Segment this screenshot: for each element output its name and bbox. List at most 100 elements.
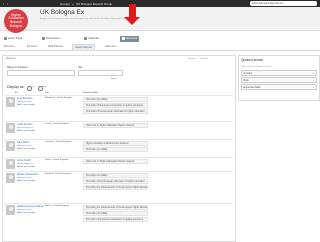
- tab-home-label: Home Page: [8, 37, 23, 40]
- breadcrumb-group[interactable]: UK Bologna Experts Group: [76, 2, 112, 6]
- tab-discussions[interactable]: Discussions: [40, 36, 62, 42]
- expert-city: Leicester - United Kingdom: [45, 141, 72, 143]
- row-divider: [5, 95, 233, 96]
- group-title: UK Bologna Ex: [40, 9, 85, 16]
- forward-icon[interactable]: ›: [7, 2, 8, 6]
- expertise-tag: Promoting the attractiveness of the Euro…: [83, 185, 148, 190]
- add-buddy-link[interactable]: Add to your buddy: [17, 104, 35, 106]
- quick-search-country[interactable]: Country +: [241, 70, 317, 76]
- column-name-header: Ex: [15, 92, 18, 94]
- expert-city: Wales - United Kingdom: [45, 159, 69, 161]
- breadcrumb-separator: »: [72, 2, 74, 6]
- avatar[interactable]: [6, 141, 15, 151]
- expertise-tag: Promoting the attractiveness of the Euro…: [83, 205, 148, 210]
- quick-search-expertise[interactable]: Expertise fields +: [241, 84, 317, 90]
- expertise-tag: Other tool on Higher Education Reform As…: [83, 123, 148, 128]
- network-logo[interactable]: Higher Education Network Bologna: [4, 9, 28, 33]
- annotation-arrow-head: [124, 17, 140, 25]
- map-option-label: Map: [42, 86, 47, 88]
- row-divider: [5, 171, 233, 172]
- results-heading: RESULTS: [6, 58, 16, 60]
- expert-role: National Agency: [17, 126, 33, 129]
- row-divider: [5, 203, 233, 204]
- logo-line-4: Bologna: [9, 23, 23, 28]
- expert-city: Sheffield - United Kingdom: [45, 173, 71, 175]
- expert-role: Bologna Expert: [17, 100, 32, 103]
- avatar[interactable]: [6, 205, 15, 215]
- expertise-tag: Promotion of European cooperation in qua…: [83, 217, 148, 222]
- add-buddy-link[interactable]: Add to your buddy: [17, 148, 35, 150]
- tab-members-label: Members: [126, 37, 138, 40]
- back-icon[interactable]: ‹: [3, 2, 4, 6]
- expertise-label: Expertise fields: [243, 86, 261, 89]
- apply-button[interactable]: Apply: [111, 78, 116, 80]
- annotation-arrow-shaft: [129, 4, 136, 18]
- expertise-tag: Higher education institutions and studen…: [83, 141, 148, 146]
- country-label: Country: [243, 72, 253, 75]
- expertise-tag: Promotion of mobility: [83, 173, 148, 178]
- breadcrumb-groups[interactable]: Groups: [60, 2, 70, 6]
- avatar[interactable]: [6, 123, 15, 133]
- quick-search-title: Quicked search: [241, 58, 264, 62]
- row-divider: [5, 157, 233, 158]
- expert-city: Edinburgh - United Kingdom: [45, 97, 73, 99]
- expertise-tag: Other tool on Higher Education Reform As…: [83, 159, 148, 164]
- expertise-tag: Promotion of mobility: [83, 211, 148, 216]
- subnav-wall-reports[interactable]: Wall Reports: [46, 44, 65, 50]
- city-label: City: [78, 66, 83, 69]
- plus-icon: +: [313, 72, 315, 75]
- expert-city: Belfast - United Kingdom: [45, 205, 70, 207]
- expert-role: Bologna Expert: [17, 208, 32, 211]
- group-subtitle: A space for UK experts to discuss and su…: [40, 17, 128, 20]
- name-input[interactable]: [7, 70, 75, 76]
- subnav-all-users[interactable]: All users: [25, 44, 39, 50]
- add-buddy-link[interactable]: Add to your buddy: [17, 130, 35, 132]
- subnav-directory[interactable]: Directory: [2, 44, 17, 50]
- row-divider: [5, 139, 233, 140]
- results-count: Results: 1 - 10 of 18: [188, 58, 208, 60]
- expert-role: Bologna Expert: [17, 176, 32, 179]
- tab-members[interactable]: Members: [120, 36, 140, 42]
- quick-search-hint: Click a term to initiate a search:: [241, 66, 272, 68]
- expert-role: National Agency: [17, 162, 33, 165]
- add-buddy-link[interactable]: Add to your buddy: [17, 166, 35, 168]
- add-buddy-link[interactable]: Add to your buddy: [17, 180, 35, 182]
- group-tabs: Home Page Discussions Calendar Members: [0, 35, 320, 44]
- home-icon: [4, 36, 7, 40]
- avatar[interactable]: [6, 173, 15, 183]
- subnav-search-expert[interactable]: Search Expert: [72, 44, 96, 50]
- plus-icon: +: [313, 79, 315, 82]
- group-header: Higher Education Network Bologna UK Bolo…: [0, 7, 320, 33]
- avatar[interactable]: [6, 159, 15, 169]
- expertise-tag: Promotion of European cooperation in qua…: [83, 103, 148, 108]
- quick-search-role[interactable]: Role +: [241, 77, 317, 83]
- column-city-header: City: [45, 92, 49, 94]
- chat-icon: [42, 36, 45, 40]
- members-subnav: Directory All users Wall Reports Search …: [0, 44, 320, 51]
- calendar-icon: [84, 36, 87, 40]
- expert-city: Cardiff - United Kingdom: [45, 123, 69, 125]
- display-as-label: Display as:: [7, 85, 25, 89]
- expertise-tag: Promotion of the European dimension in h…: [83, 109, 148, 114]
- browser-topbar: ‹ › Groups » UK Bologna Experts Group ka…: [0, 0, 320, 7]
- role-label: Role: [243, 79, 249, 82]
- subnav-add-user[interactable]: Add user: [103, 44, 118, 50]
- tab-calendar-label: Calendar: [88, 37, 99, 40]
- row-divider: [5, 121, 233, 122]
- avatar[interactable]: [6, 97, 15, 107]
- column-expertise-header: Expertise fields: [83, 92, 98, 94]
- expertise-tag: Promotion of mobility: [83, 97, 148, 102]
- tab-discussions-label: Discussions: [46, 37, 61, 40]
- account-search-field[interactable]: katerinakroeber@gmail.com: [250, 1, 317, 6]
- expertise-tag: Promotion of mobility: [83, 147, 148, 152]
- city-input[interactable]: [78, 70, 123, 76]
- quick-search-panel: Quicked search Click a term to initiate …: [238, 55, 320, 101]
- name-label: Name or Surname: [7, 66, 28, 69]
- expert-role: Bologna Expert: [17, 144, 32, 147]
- tab-calendar[interactable]: Calendar: [82, 36, 101, 42]
- list-option-label: List: [31, 86, 35, 88]
- tab-home-page[interactable]: Home Page: [2, 36, 24, 42]
- members-icon: [122, 36, 125, 40]
- add-buddy-link[interactable]: Add to your buddy: [17, 212, 35, 214]
- results-panel: RESULTS Results: 1 - 10 of 18 Name or Su…: [2, 55, 236, 242]
